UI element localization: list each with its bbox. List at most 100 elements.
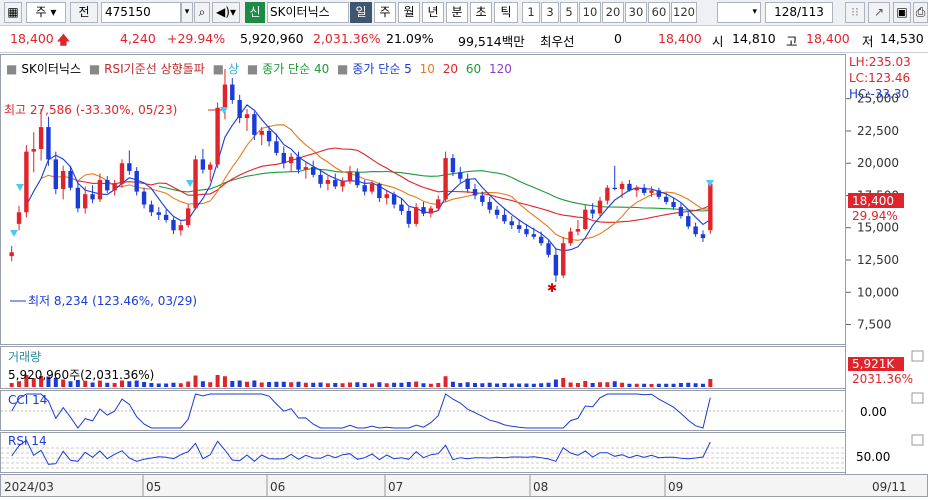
trade-value: 99,514백만 <box>458 34 525 49</box>
volume-bar <box>222 376 227 387</box>
save-icon[interactable]: ▣ <box>893 2 911 23</box>
candle-body <box>237 100 242 119</box>
legend-checkbox-icon[interactable]: ■ <box>337 62 348 76</box>
legend-rsi-dir[interactable]: 상 <box>228 62 239 76</box>
legend-ma20[interactable]: 20 <box>443 62 458 76</box>
legend-checkbox-icon[interactable]: ■ <box>6 62 17 76</box>
volume-bar <box>642 383 647 387</box>
candle-body <box>274 141 279 153</box>
candle-body <box>597 200 603 214</box>
volume-bar <box>590 383 595 387</box>
period-button-120[interactable]: 120 <box>671 2 697 23</box>
legend-checkbox-icon[interactable]: ■ <box>89 62 100 76</box>
volume-bar <box>142 382 147 387</box>
close-icon[interactable] <box>911 392 924 404</box>
candles <box>9 69 713 282</box>
period-button-20[interactable]: 20 <box>602 2 624 23</box>
date-axis-frame <box>0 474 928 497</box>
legend-ma60[interactable]: 60 <box>466 62 481 76</box>
tab-minute[interactable]: 분 <box>446 2 468 23</box>
code-input[interactable]: 475150 <box>101 2 181 23</box>
market-select[interactable]: 주 ▾ <box>26 2 66 23</box>
volume-bar <box>208 382 213 387</box>
candle-body <box>355 172 360 186</box>
stock-name-field[interactable]: SK이터닉스 <box>267 2 349 23</box>
candle-body <box>156 212 161 215</box>
volume-bar <box>509 383 514 387</box>
candle-body <box>90 194 95 200</box>
tool-icon[interactable]: ⁝⁝ <box>845 2 865 23</box>
legend-stock[interactable]: SK이터닉스 <box>21 62 81 76</box>
tab-tick[interactable]: 틱 <box>494 2 518 23</box>
count-field[interactable]: 128/113 <box>765 2 833 23</box>
volume-percent: 2,031.36% <box>313 31 381 46</box>
candle-body <box>406 210 412 224</box>
tab-year[interactable]: 년 <box>422 2 444 23</box>
candle-body <box>16 212 22 224</box>
close-icon[interactable] <box>911 350 924 362</box>
high-label: 고 <box>786 34 798 49</box>
sound-icon[interactable]: ◀)▾ <box>212 2 240 23</box>
candle-body <box>399 204 404 211</box>
print-icon[interactable]: ⎙ <box>913 2 928 23</box>
candle-body <box>112 183 117 191</box>
close-icon[interactable] <box>911 434 924 446</box>
volume-bar <box>333 383 338 387</box>
volume-bar <box>127 381 132 387</box>
tab-day[interactable]: 일 <box>350 2 372 23</box>
volume-bar <box>68 381 73 387</box>
legend-ma120[interactable]: 120 <box>489 62 512 76</box>
volume-bar <box>546 382 551 387</box>
period-select[interactable]: ▾ <box>717 2 761 23</box>
tab-week[interactable]: 주 <box>374 2 396 23</box>
volume-bar <box>267 382 272 387</box>
period-button-5[interactable]: 5 <box>560 2 578 23</box>
price-chart-svg[interactable]: 25,00022,50020,00017,50015,00012,50010,0… <box>0 54 928 497</box>
chart-area[interactable]: 25,00022,50020,00017,50015,00012,50010,0… <box>0 54 928 497</box>
change-value: 4,240 <box>120 31 156 46</box>
legend-ma5[interactable]: 종가 단순 5 <box>352 62 411 76</box>
candle-body <box>252 114 257 135</box>
draw-line-icon[interactable]: ↗ <box>868 2 890 23</box>
candle-body <box>612 187 617 190</box>
candle-body <box>546 243 551 255</box>
volume-bar <box>178 383 183 387</box>
legend-ma10[interactable]: 10 <box>420 62 435 76</box>
tab-second[interactable]: 초 <box>470 2 492 23</box>
period-button-30[interactable]: 30 <box>625 2 647 23</box>
volume-value: 5,920,960주(2,031.36%) <box>8 368 154 382</box>
candle-body <box>24 151 29 213</box>
new-stock-badge[interactable]: 신 <box>245 2 265 23</box>
rsi-tick: 50.00 <box>856 450 890 464</box>
period-button-10[interactable]: 10 <box>579 2 601 23</box>
volume-bar <box>17 381 22 387</box>
volume-bar <box>487 382 492 387</box>
period-button-3[interactable]: 3 <box>541 2 559 23</box>
legend-ma40[interactable]: 종가 단순 40 <box>262 62 329 76</box>
candle-body <box>31 149 36 152</box>
candle-body <box>369 183 375 192</box>
legend-rsi-signal[interactable]: RSI기준선 상향돌파 <box>104 62 205 76</box>
menu-icon[interactable]: ▦ <box>4 2 22 23</box>
volume-bar <box>620 382 625 387</box>
tab-month[interactable]: 월 <box>398 2 420 23</box>
candle-body <box>38 127 44 150</box>
period-button-1[interactable]: 1 <box>522 2 540 23</box>
candle-body <box>46 127 51 160</box>
chevron-down-icon[interactable]: ▾ <box>181 2 193 23</box>
moving-average-lines <box>25 104 711 252</box>
low-value: 14,530 <box>880 31 924 46</box>
search-icon[interactable]: ⌕ <box>194 2 210 23</box>
date-label: 2024/03 <box>4 480 54 494</box>
candle-body <box>590 209 595 214</box>
volume-bar <box>325 383 330 387</box>
candle-body <box>708 183 713 231</box>
prev-button[interactable]: 전 <box>70 2 98 23</box>
legend-checkbox-icon[interactable]: ■ <box>213 62 224 76</box>
chart-window: { "toolbar": { "market": "주", "prev_labe… <box>0 0 928 497</box>
volume-bar <box>340 383 345 387</box>
candle-body <box>458 172 463 179</box>
legend-checkbox-icon[interactable]: ■ <box>247 62 258 76</box>
period-button-60[interactable]: 60 <box>648 2 670 23</box>
volume-bar <box>289 382 294 387</box>
